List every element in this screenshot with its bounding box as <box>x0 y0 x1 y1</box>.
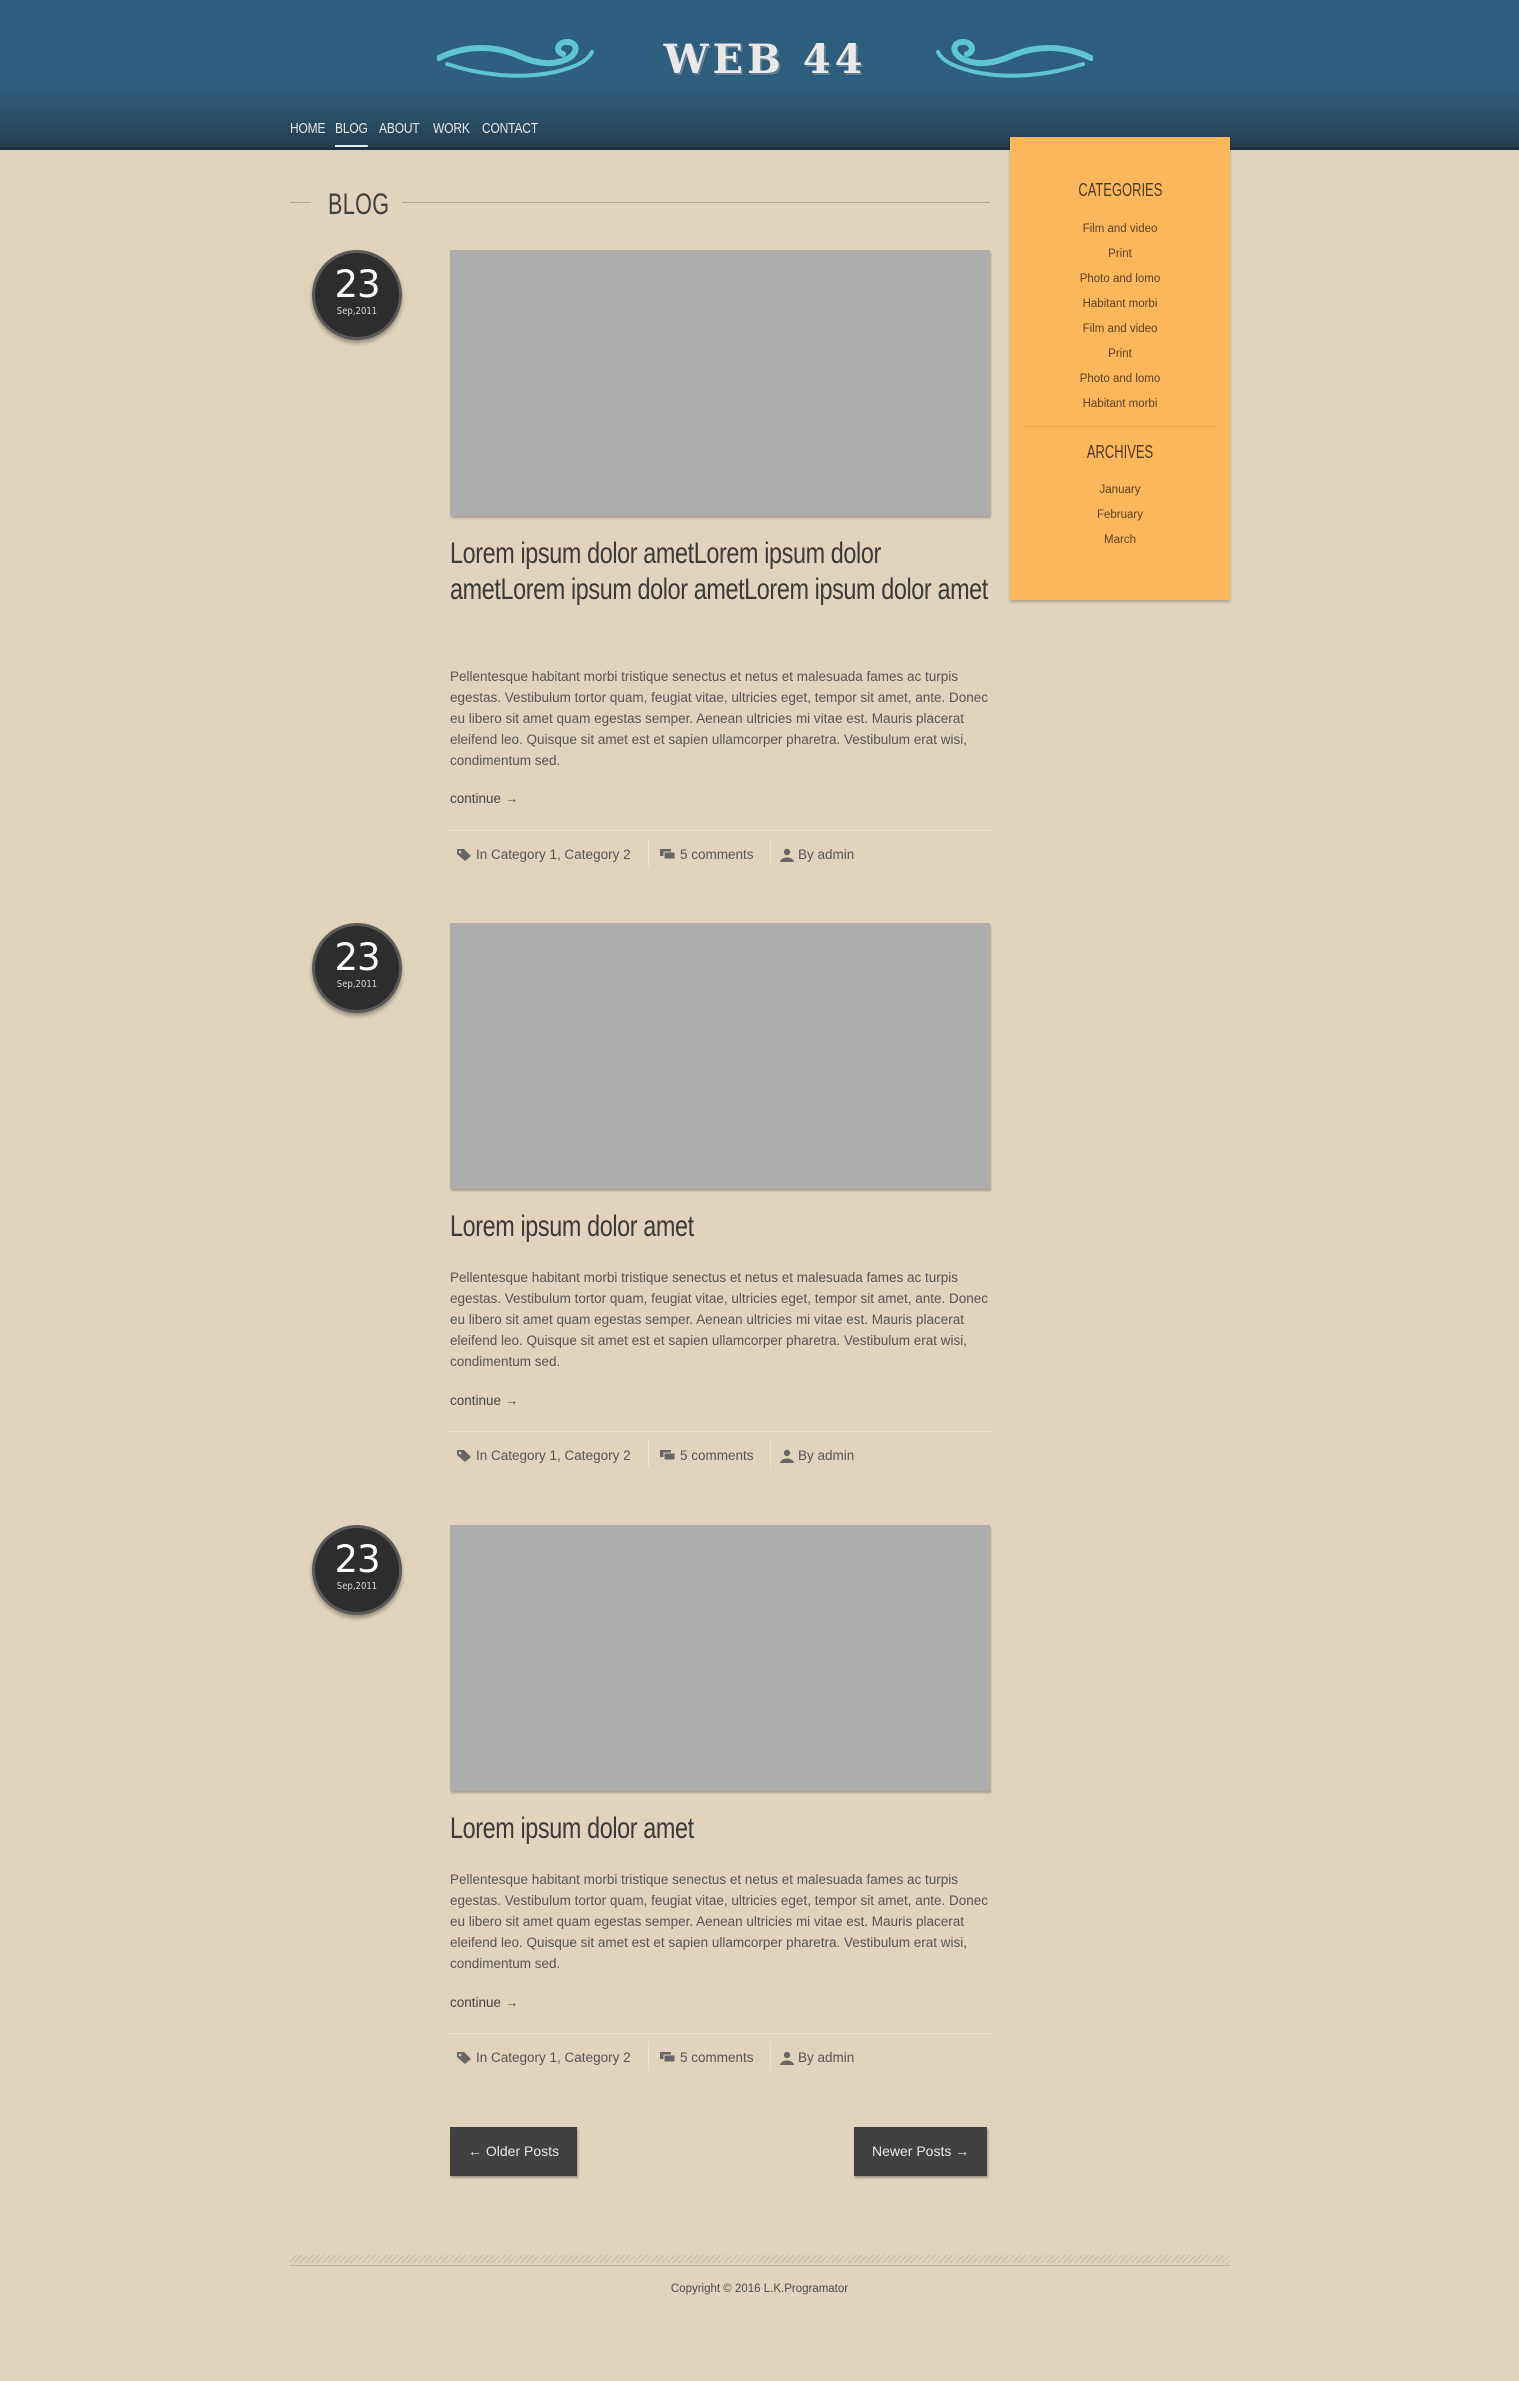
archive-item[interactable]: January <box>1010 478 1230 503</box>
date-month: Sep,2011 <box>336 979 378 990</box>
post-meta: In Category 1, Category 2 5 comments By … <box>450 2033 990 2078</box>
sidebar: CATEGORIES Film and video Print Photo an… <box>1010 137 1230 600</box>
comment-icon <box>660 2052 676 2063</box>
meta-divider <box>770 839 771 867</box>
site-header: WEB 44 HOME BLOG ABOUT WORK CONTACT <box>0 0 1519 150</box>
older-posts-button[interactable]: ← Older Posts <box>450 2127 578 2176</box>
page-title: BLOG <box>328 188 390 221</box>
nav-blog[interactable]: BLOG <box>335 120 368 149</box>
meta-categories-text[interactable]: In Category 1, Category 2 <box>476 847 631 862</box>
meta-divider <box>648 2042 649 2070</box>
category-item[interactable]: Print <box>1010 342 1230 367</box>
meta-author-text[interactable]: By admin <box>798 847 854 862</box>
meta-categories-text[interactable]: In Category 1, Category 2 <box>476 2050 631 2065</box>
meta-comments-text[interactable]: 5 comments <box>680 847 754 862</box>
widget-divider <box>1024 426 1216 427</box>
post-image-placeholder[interactable] <box>450 1525 990 1791</box>
blog-post: 23 Sep,2011 Lorem ipsum dolor amet Pelle… <box>290 1525 990 2085</box>
comment-icon <box>660 1450 676 1461</box>
meta-divider <box>648 1440 649 1468</box>
post-excerpt: Pellentesque habitant morbi tristique se… <box>450 669 989 768</box>
date-day: 23 <box>334 263 380 306</box>
category-item[interactable]: Photo and lomo <box>1010 267 1230 292</box>
date-day: 23 <box>334 1538 380 1581</box>
meta-author: By admin <box>780 2048 854 2068</box>
section-heading: BLOG <box>290 188 990 228</box>
categories-widget-title: CATEGORIES <box>1077 180 1163 200</box>
date-day: 23 <box>334 936 380 979</box>
meta-comments: 5 comments <box>660 845 754 865</box>
site-logo[interactable]: WEB 44 <box>660 36 870 83</box>
category-item[interactable]: Photo and lomo <box>1010 367 1230 392</box>
meta-categories: In Category 1, Category 2 <box>456 2048 631 2068</box>
nav-about[interactable]: ABOUT <box>379 120 420 137</box>
category-item[interactable]: Print <box>1010 242 1230 267</box>
nav-contact[interactable]: CONTACT <box>482 120 538 137</box>
meta-comments: 5 comments <box>660 1446 754 1466</box>
copyright-text: Copyright © 2016 L.K.Programator <box>670 2283 849 2295</box>
categories-list: Film and video Print Photo and lomo Habi… <box>1010 217 1230 417</box>
tag-icon <box>457 2052 471 2065</box>
continue-link[interactable]: continue → <box>450 1995 518 2010</box>
date-badge: 23 Sep,2011 <box>312 1525 402 1615</box>
archives-list: January February March <box>1010 478 1230 553</box>
meta-divider <box>648 839 649 867</box>
archives-widget-title: ARCHIVES <box>1086 442 1154 462</box>
post-title[interactable]: Lorem ipsum dolor amet <box>450 1209 990 1245</box>
post-title[interactable]: Lorem ipsum dolor amet <box>450 1811 990 1847</box>
tag-icon <box>457 1450 471 1463</box>
archive-item[interactable]: February <box>1010 503 1230 528</box>
category-item[interactable]: Habitant morbi <box>1010 292 1230 317</box>
meta-comments-text[interactable]: 5 comments <box>680 2050 754 2065</box>
user-icon <box>780 849 794 863</box>
swirl-ornament-right <box>936 38 1093 78</box>
date-month: Sep,2011 <box>336 1581 378 1592</box>
meta-categories: In Category 1, Category 2 <box>456 845 631 865</box>
footer-divider <box>290 2265 1230 2266</box>
date-badge: 23 Sep,2011 <box>312 923 402 1013</box>
nav-work[interactable]: WORK <box>433 120 470 137</box>
meta-categories-text[interactable]: In Category 1, Category 2 <box>476 1448 631 1463</box>
heading-rule-left <box>290 202 311 203</box>
date-badge: 23 Sep,2011 <box>312 250 402 340</box>
date-month: Sep,2011 <box>336 306 378 317</box>
meta-comments-text[interactable]: 5 comments <box>680 1448 754 1463</box>
newer-posts-button[interactable]: Newer Posts → <box>854 2127 988 2176</box>
nav-home[interactable]: HOME <box>290 120 326 137</box>
archive-item[interactable]: March <box>1010 528 1230 553</box>
footer-rule <box>290 2255 1230 2263</box>
meta-divider <box>770 2042 771 2070</box>
meta-author-text[interactable]: By admin <box>798 1448 854 1463</box>
tag-icon <box>457 849 471 862</box>
user-icon <box>780 1450 794 1464</box>
user-icon <box>780 2052 794 2066</box>
meta-comments: 5 comments <box>660 2048 754 2068</box>
category-item[interactable]: Habitant morbi <box>1010 392 1230 417</box>
continue-link[interactable]: continue → <box>450 1393 518 1408</box>
blog-post: 23 Sep,2011 Lorem ipsum dolor ametLorem … <box>290 250 990 880</box>
post-image-placeholder[interactable] <box>450 923 990 1189</box>
swirl-ornament-left <box>437 38 594 78</box>
post-meta: In Category 1, Category 2 5 comments By … <box>450 1431 990 1476</box>
category-item[interactable]: Film and video <box>1010 317 1230 342</box>
blog-post: 23 Sep,2011 Lorem ipsum dolor amet Pelle… <box>290 923 990 1483</box>
post-excerpt: Pellentesque habitant morbi tristique se… <box>450 1872 989 1971</box>
post-excerpt: Pellentesque habitant morbi tristique se… <box>450 1270 989 1369</box>
comment-icon <box>660 849 676 860</box>
post-title[interactable]: Lorem ipsum dolor ametLorem ipsum dolor … <box>450 536 990 608</box>
category-item[interactable]: Film and video <box>1010 217 1230 242</box>
heading-rule-right <box>402 202 990 203</box>
meta-author-text[interactable]: By admin <box>798 2050 854 2065</box>
meta-categories: In Category 1, Category 2 <box>456 1446 631 1466</box>
main-nav: HOME BLOG ABOUT WORK CONTACT <box>290 118 567 150</box>
post-meta: In Category 1, Category 2 5 comments By … <box>450 830 990 875</box>
meta-author: By admin <box>780 1446 854 1466</box>
meta-author: By admin <box>780 845 854 865</box>
meta-divider <box>770 1440 771 1468</box>
post-image-placeholder[interactable] <box>450 250 990 516</box>
continue-link[interactable]: continue → <box>450 791 518 806</box>
